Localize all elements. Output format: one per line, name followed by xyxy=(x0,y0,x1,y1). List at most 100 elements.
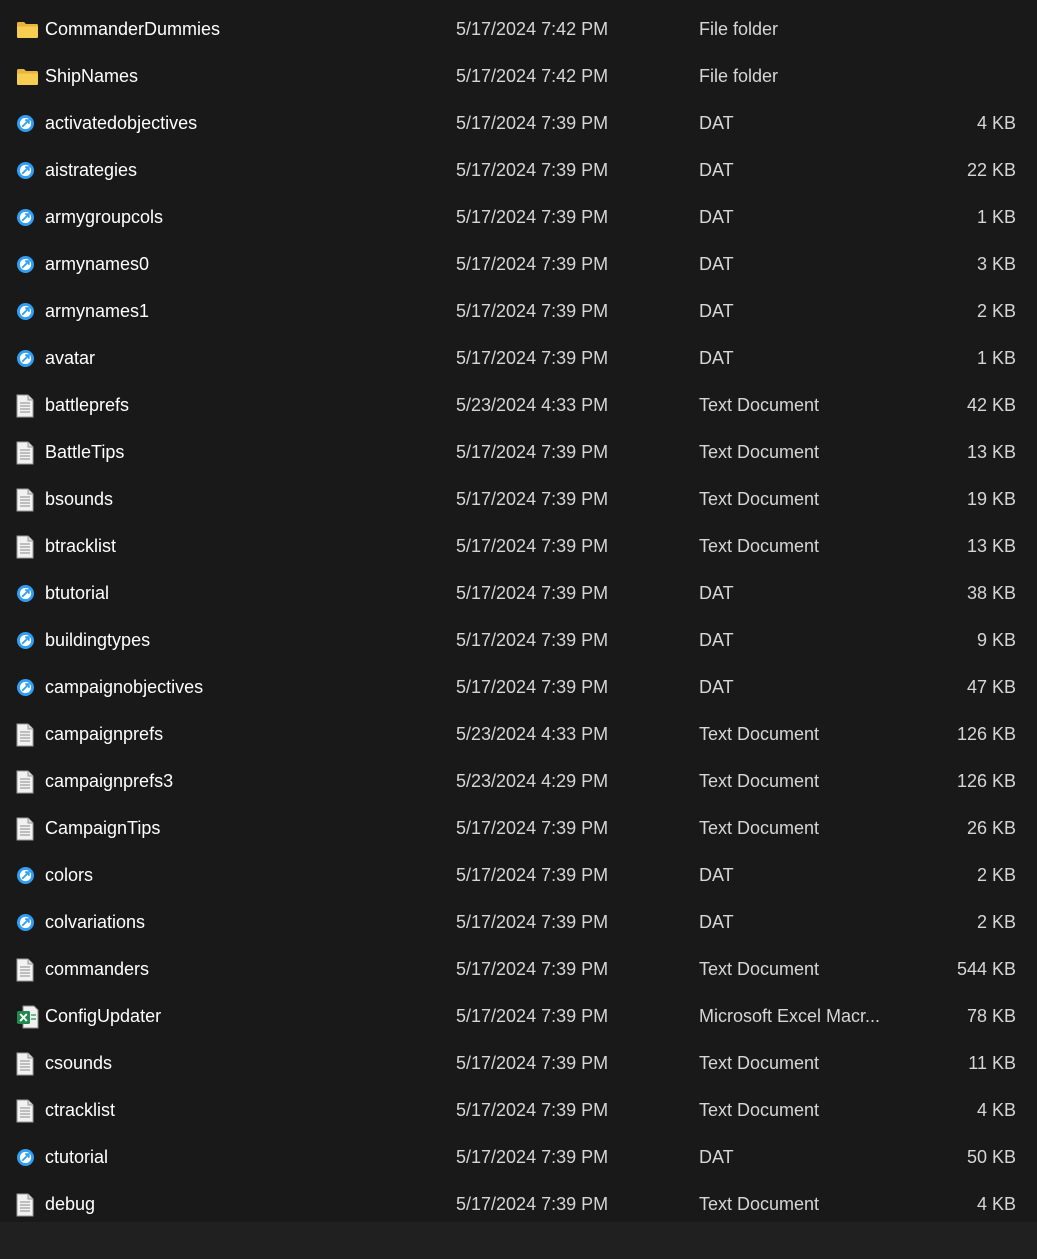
file-size: 50 KB xyxy=(966,1147,1016,1167)
file-type: DAT xyxy=(699,301,734,321)
file-name: CampaignTips xyxy=(45,818,161,838)
file-size: 9 KB xyxy=(976,630,1016,650)
file-type: Text Document xyxy=(699,959,820,979)
file-type: Text Document xyxy=(699,724,820,744)
file-row[interactable]: CommanderDummies 5/17/2024 7:42 PM File … xyxy=(0,6,1037,53)
file-type: DAT xyxy=(699,630,734,650)
date-modified: 5/17/2024 7:39 PM xyxy=(456,959,609,979)
name-cell: commanders xyxy=(16,946,436,993)
date-modified: 5/17/2024 7:39 PM xyxy=(456,1147,609,1167)
date-modified: 5/17/2024 7:39 PM xyxy=(456,536,609,556)
file-type: Text Document xyxy=(699,1194,820,1214)
date-modified: 5/17/2024 7:39 PM xyxy=(456,1053,609,1073)
file-name: armygroupcols xyxy=(45,207,164,227)
file-row[interactable]: btracklist 5/17/2024 7:39 PM Text Docume… xyxy=(0,523,1037,570)
dat-file-icon xyxy=(16,617,40,664)
file-size: 4 KB xyxy=(976,1100,1016,1120)
date-modified: 5/17/2024 7:39 PM xyxy=(456,113,609,133)
dat-file-icon xyxy=(16,241,40,288)
file-name: aistrategies xyxy=(45,160,138,180)
name-cell: battleprefs xyxy=(16,382,436,429)
file-name: csounds xyxy=(45,1053,113,1073)
file-row[interactable]: campaignobjectives 5/17/2024 7:39 PM DAT… xyxy=(0,664,1037,711)
file-row[interactable]: BattleTips 5/17/2024 7:39 PM Text Docume… xyxy=(0,429,1037,476)
file-name: buildingtypes xyxy=(45,630,151,650)
name-cell: ctutorial xyxy=(16,1134,436,1181)
date-modified: 5/17/2024 7:39 PM xyxy=(456,865,609,885)
date-modified: 5/17/2024 7:39 PM xyxy=(456,1100,609,1120)
text-document-icon xyxy=(16,429,40,476)
date-modified: 5/17/2024 7:39 PM xyxy=(456,1006,609,1026)
file-row[interactable]: battleprefs 5/23/2024 4:33 PM Text Docum… xyxy=(0,382,1037,429)
name-cell: buildingtypes xyxy=(16,617,436,664)
date-modified: 5/17/2024 7:39 PM xyxy=(456,348,609,368)
file-row[interactable]: csounds 5/17/2024 7:39 PM Text Document … xyxy=(0,1040,1037,1087)
file-row[interactable]: avatar 5/17/2024 7:39 PM DAT 1 KB xyxy=(0,335,1037,382)
file-type: DAT xyxy=(699,912,734,932)
name-cell: debug xyxy=(16,1181,436,1228)
date-modified: 5/17/2024 7:39 PM xyxy=(456,301,609,321)
file-size: 22 KB xyxy=(966,160,1016,180)
name-cell: ShipNames xyxy=(16,53,436,100)
date-modified: 5/17/2024 7:39 PM xyxy=(456,160,609,180)
name-cell: campaignprefs xyxy=(16,711,436,758)
file-size: 42 KB xyxy=(966,395,1016,415)
file-size: 126 KB xyxy=(956,724,1016,744)
name-cell: CampaignTips xyxy=(16,805,436,852)
file-size: 1 KB xyxy=(976,207,1016,227)
name-cell: armygroupcols xyxy=(16,194,436,241)
date-modified: 5/17/2024 7:39 PM xyxy=(456,1194,609,1214)
name-cell: CommanderDummies xyxy=(16,6,436,53)
dat-file-icon xyxy=(16,899,40,946)
file-row[interactable]: colors 5/17/2024 7:39 PM DAT 2 KB xyxy=(0,852,1037,899)
dat-file-icon xyxy=(16,288,40,335)
file-size: 13 KB xyxy=(966,442,1016,462)
file-row[interactable]: armynames0 5/17/2024 7:39 PM DAT 3 KB xyxy=(0,241,1037,288)
file-row[interactable]: CampaignTips 5/17/2024 7:39 PM Text Docu… xyxy=(0,805,1037,852)
file-name: bsounds xyxy=(45,489,114,509)
file-type: Text Document xyxy=(699,442,820,462)
file-name: avatar xyxy=(45,348,96,368)
file-row[interactable]: campaignprefs3 5/23/2024 4:29 PM Text Do… xyxy=(0,758,1037,805)
file-row[interactable]: aistrategies 5/17/2024 7:39 PM DAT 22 KB xyxy=(0,147,1037,194)
file-row[interactable]: campaignprefs 5/23/2024 4:33 PM Text Doc… xyxy=(0,711,1037,758)
file-name: ctracklist xyxy=(45,1100,116,1120)
file-name: ShipNames xyxy=(45,66,139,86)
file-size: 38 KB xyxy=(966,583,1016,603)
file-type: DAT xyxy=(699,113,734,133)
name-cell: aistrategies xyxy=(16,147,436,194)
file-row[interactable]: commanders 5/17/2024 7:39 PM Text Docume… xyxy=(0,946,1037,993)
text-document-icon xyxy=(16,523,40,570)
file-type: Text Document xyxy=(699,395,820,415)
file-row[interactable]: bsounds 5/17/2024 7:39 PM Text Document … xyxy=(0,476,1037,523)
name-cell: armynames1 xyxy=(16,288,436,335)
file-type: Microsoft Excel Macr... xyxy=(699,1006,881,1026)
file-row[interactable]: ctutorial 5/17/2024 7:39 PM DAT 50 KB xyxy=(0,1134,1037,1181)
file-name: ConfigUpdater xyxy=(45,1006,162,1026)
file-row[interactable]: ctracklist 5/17/2024 7:39 PM Text Docume… xyxy=(0,1087,1037,1134)
file-row[interactable]: ShipNames 5/17/2024 7:42 PM File folder xyxy=(0,53,1037,100)
name-cell: ConfigUpdater xyxy=(16,993,436,1040)
file-row[interactable]: debug 5/17/2024 7:39 PM Text Document 4 … xyxy=(0,1181,1037,1228)
text-document-icon xyxy=(16,758,40,805)
file-row[interactable]: buildingtypes 5/17/2024 7:39 PM DAT 9 KB xyxy=(0,617,1037,664)
file-row[interactable]: colvariations 5/17/2024 7:39 PM DAT 2 KB xyxy=(0,899,1037,946)
file-row[interactable]: ConfigUpdater 5/17/2024 7:39 PM Microsof… xyxy=(0,993,1037,1040)
text-document-icon xyxy=(16,1040,40,1087)
file-type: DAT xyxy=(699,865,734,885)
file-row[interactable]: activatedobjectives 5/17/2024 7:39 PM DA… xyxy=(0,100,1037,147)
file-size: 4 KB xyxy=(976,113,1016,133)
file-size: 2 KB xyxy=(976,912,1016,932)
name-cell: btutorial xyxy=(16,570,436,617)
name-cell: armynames0 xyxy=(16,241,436,288)
file-list: CommanderDummies 5/17/2024 7:42 PM File … xyxy=(0,6,1037,1228)
file-type: Text Document xyxy=(699,1053,820,1073)
footer-strip xyxy=(0,1222,1037,1259)
file-row[interactable]: btutorial 5/17/2024 7:39 PM DAT 38 KB xyxy=(0,570,1037,617)
file-size: 1 KB xyxy=(976,348,1016,368)
file-type: File folder xyxy=(699,66,779,86)
name-cell: colors xyxy=(16,852,436,899)
file-row[interactable]: armynames1 5/17/2024 7:39 PM DAT 2 KB xyxy=(0,288,1037,335)
file-row[interactable]: armygroupcols 5/17/2024 7:39 PM DAT 1 KB xyxy=(0,194,1037,241)
dat-file-icon xyxy=(16,852,40,899)
